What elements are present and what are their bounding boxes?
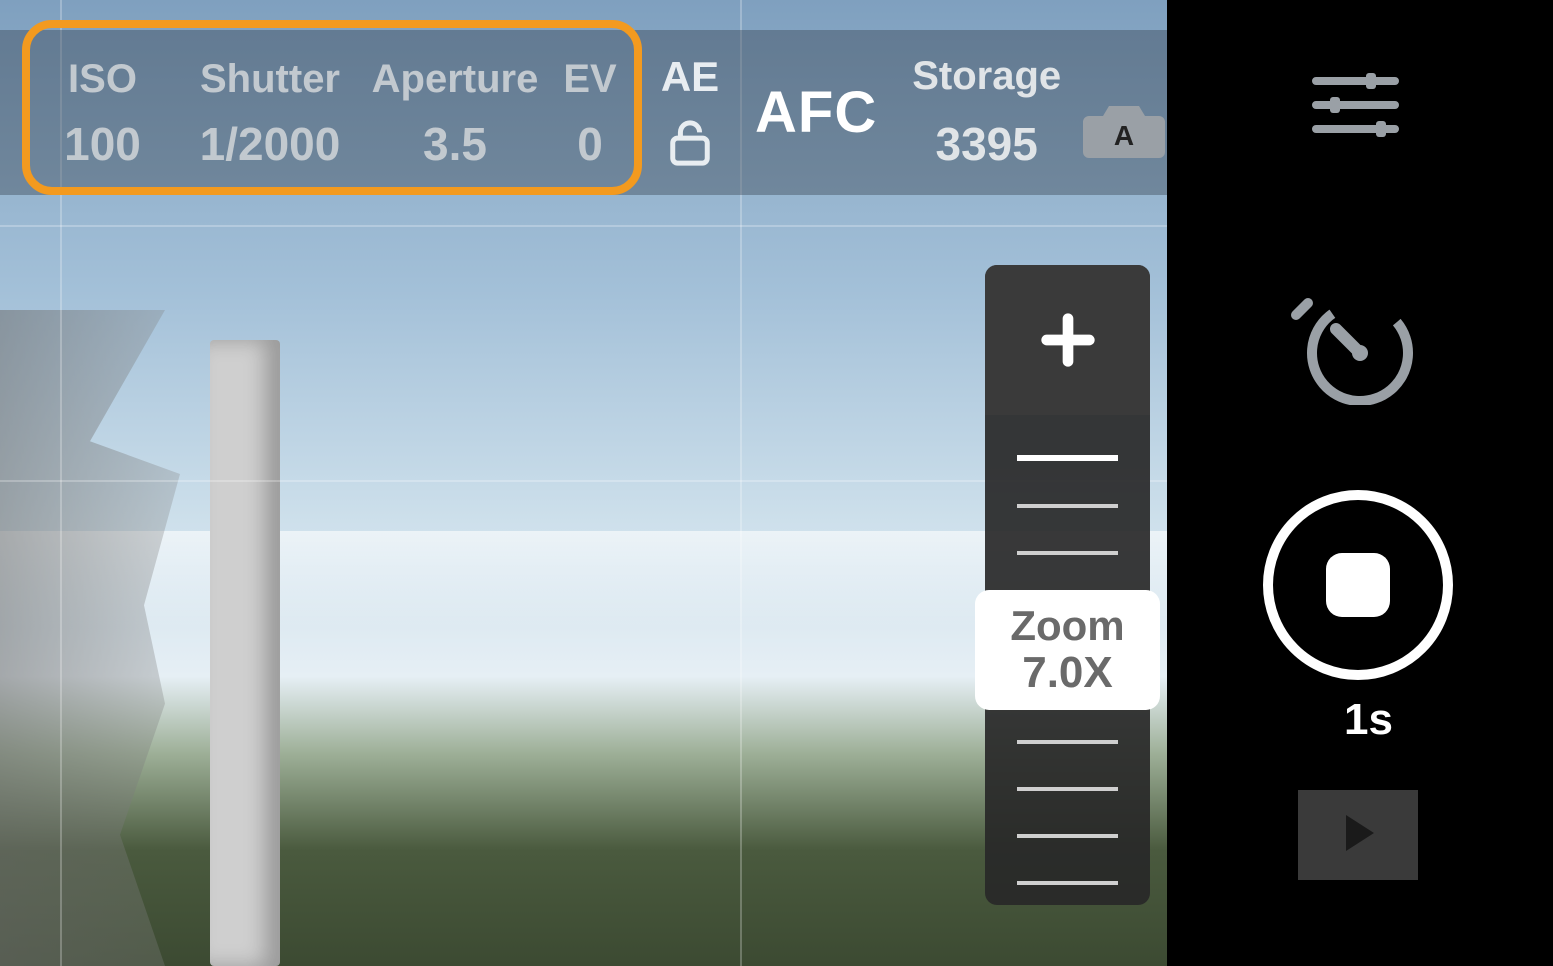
speed-timer-icon	[1288, 392, 1423, 409]
camera-mode-letter: A	[1114, 120, 1134, 151]
stop-square-icon	[1326, 553, 1390, 617]
ae-label: AE	[661, 53, 719, 101]
camera-controls-sidebar: 1s	[1167, 0, 1553, 966]
shutter-value: 1/2000	[200, 121, 341, 167]
aperture-readout[interactable]: Aperture 3.5	[365, 59, 545, 167]
iso-readout[interactable]: ISO 100	[50, 59, 155, 167]
aperture-value: 3.5	[423, 121, 487, 167]
unlock-icon	[667, 117, 713, 172]
play-icon	[1336, 811, 1380, 860]
camera-status-bar: ISO 100 Shutter 1/2000 Aperture 3.5 EV 0…	[0, 30, 1167, 195]
focus-mode-afc[interactable]: AFC	[755, 79, 877, 146]
camera-settings-button[interactable]	[1308, 65, 1403, 145]
aperture-label: Aperture	[372, 59, 539, 99]
recording-elapsed: 1s	[1344, 695, 1393, 745]
zoom-in-button[interactable]	[985, 265, 1150, 415]
zoom-level-indicator[interactable]: Zoom 7.0X	[975, 590, 1160, 710]
zoom-value: 7.0X	[1022, 651, 1113, 695]
composition-grid-line	[0, 225, 1167, 227]
iso-value: 100	[64, 121, 141, 167]
ae-lock-toggle[interactable]: AE	[655, 53, 725, 172]
ev-label: EV	[563, 59, 616, 99]
storage-value: 3395	[936, 117, 1038, 171]
iso-label: ISO	[68, 59, 137, 99]
shutter-label: Shutter	[200, 59, 340, 99]
storage-readout[interactable]: Storage 3395	[912, 54, 1061, 171]
camera-viewport: ISO 100 Shutter 1/2000 Aperture 3.5 EV 0…	[0, 0, 1553, 966]
shutter-stop-button[interactable]	[1263, 490, 1453, 680]
camera-mode-badge[interactable]: A	[1083, 100, 1165, 162]
storage-label: Storage	[912, 54, 1061, 99]
interval-timer-button[interactable]	[1288, 285, 1423, 405]
playback-button[interactable]	[1298, 790, 1418, 880]
ev-value: 0	[577, 121, 603, 167]
sliders-icon	[1308, 132, 1403, 149]
ev-readout[interactable]: EV 0	[555, 59, 625, 167]
zoom-slider-panel[interactable]: Zoom 7.0X	[985, 265, 1150, 905]
shutter-readout[interactable]: Shutter 1/2000	[175, 59, 365, 167]
zoom-label: Zoom	[1010, 605, 1124, 647]
scene-antenna-pole	[210, 340, 280, 966]
